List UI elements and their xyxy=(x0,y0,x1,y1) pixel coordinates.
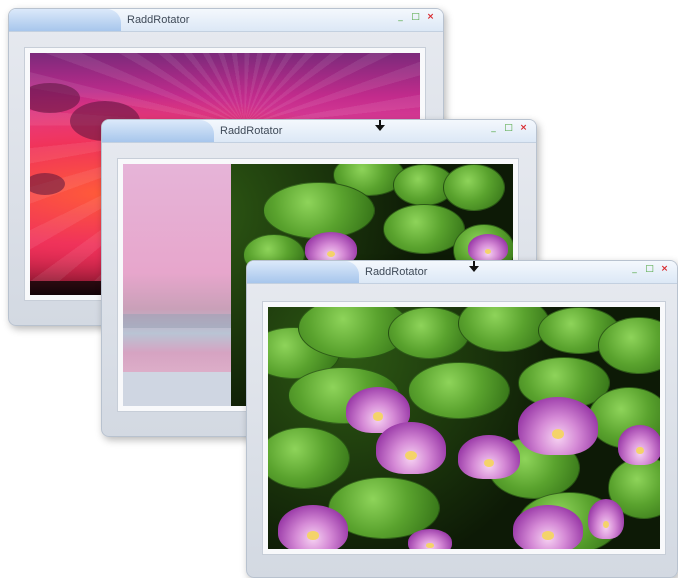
minimize-icon[interactable]: _ xyxy=(396,13,405,22)
title-bar[interactable]: RaddRotator _ □ × xyxy=(102,120,536,143)
lily-pad xyxy=(458,307,550,352)
lily-flower xyxy=(513,505,583,549)
lily-pad xyxy=(408,362,510,419)
lily-flower xyxy=(588,499,624,539)
window-controls: _ □ × xyxy=(489,124,528,133)
window-title: RaddRotator xyxy=(127,14,190,26)
lily-pad xyxy=(268,427,350,489)
image-frame xyxy=(262,301,666,555)
minimize-icon[interactable]: _ xyxy=(489,124,498,133)
lily-flower xyxy=(518,397,598,455)
lily-flower xyxy=(468,234,508,262)
maximize-icon[interactable]: □ xyxy=(504,124,513,133)
lily-pad xyxy=(263,182,375,239)
close-icon[interactable]: × xyxy=(426,13,435,22)
window-controls: _ □ × xyxy=(630,265,669,274)
faded-sunset xyxy=(123,164,231,406)
lily-flower xyxy=(278,505,348,549)
title-tab xyxy=(102,120,214,142)
title-bar[interactable]: RaddRotator _ □ × xyxy=(9,9,443,32)
minimize-icon[interactable]: _ xyxy=(630,265,639,274)
lily-flower xyxy=(376,422,446,474)
lily-pads-image xyxy=(268,307,660,549)
lily-flower xyxy=(458,435,520,479)
cursor-pointer-icon xyxy=(375,120,385,131)
title-tab xyxy=(247,261,359,283)
window-title: RaddRotator xyxy=(365,266,428,278)
maximize-icon[interactable]: □ xyxy=(411,13,420,22)
lily-flower xyxy=(408,529,452,549)
close-icon[interactable]: × xyxy=(519,124,528,133)
lily-flower xyxy=(618,425,660,465)
window-title: RaddRotator xyxy=(220,125,283,137)
maximize-icon[interactable]: □ xyxy=(645,265,654,274)
title-tab xyxy=(9,9,121,31)
lily-pad xyxy=(443,164,505,211)
cursor-pointer-icon xyxy=(469,261,479,272)
window-controls: _ □ × xyxy=(396,13,435,22)
rotator-window-3: RaddRotator _ □ × xyxy=(246,260,678,578)
close-icon[interactable]: × xyxy=(660,265,669,274)
title-bar[interactable]: RaddRotator _ □ × xyxy=(247,261,677,284)
lily-pad xyxy=(388,307,470,359)
